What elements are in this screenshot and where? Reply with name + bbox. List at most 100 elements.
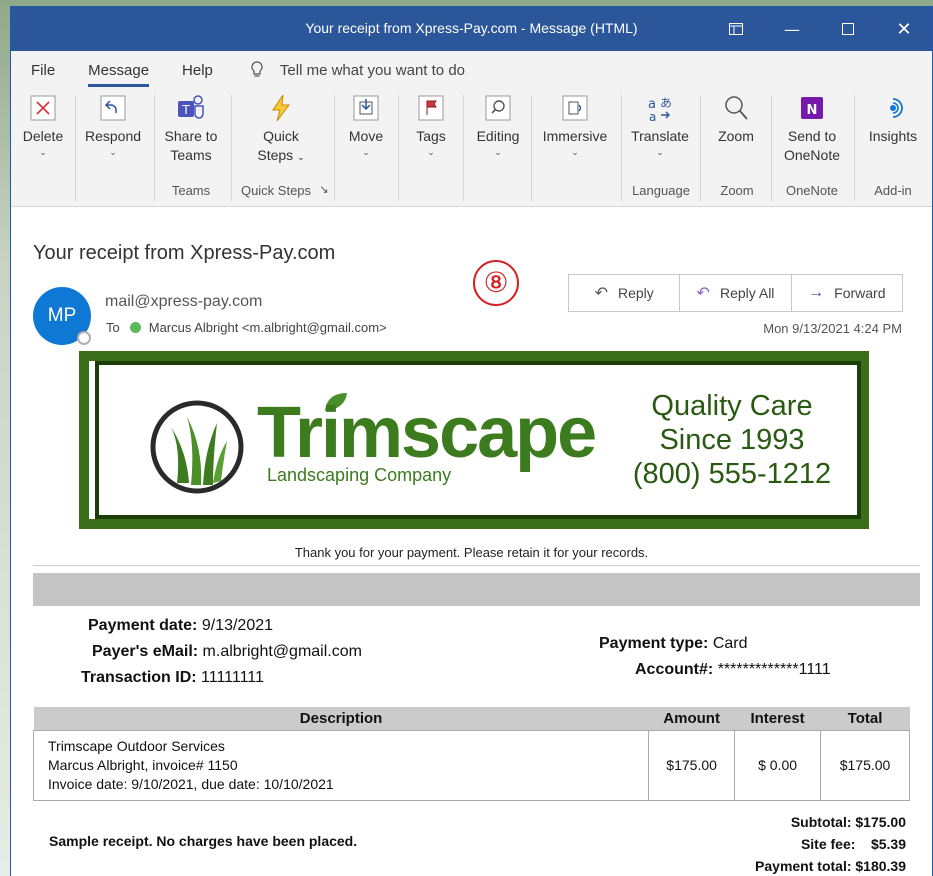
insights-button[interactable]: Insights [861,93,925,146]
share-label-1: Share to [164,128,218,144]
brand-name: Trimscape [257,393,597,473]
flag-icon [418,95,444,121]
ribbon-divider [75,95,76,201]
reading-pane: Your receipt from Xpress-Pay.com ⑧ MP ma… [11,207,932,876]
send-to-onenote-button[interactable]: N Send to OneNote [777,93,847,165]
to-label: To [106,320,120,335]
group-label-zoom: Zoom [720,183,754,198]
message-subject: Your receipt from Xpress-Pay.com [33,242,336,264]
account-label: Account#: [635,661,714,678]
chevron-down-icon: ⌄ [571,147,579,157]
column-header: Amount [648,707,735,730]
payment-type-row: Payment type: Card [599,635,748,653]
move-icon [353,95,379,121]
transaction-label: Transaction ID: [81,669,197,686]
delete-button[interactable]: Delete ⌄ [19,93,67,158]
ribbon-divider [231,95,232,201]
tab-help[interactable]: Help [182,58,213,83]
editing-label: Editing [476,128,520,144]
ribbon-divider [771,95,772,201]
close-icon[interactable]: ✕ [876,7,932,51]
tags-label: Tags [416,128,446,144]
payment-date: 9/13/2021 [201,617,274,634]
tab-file[interactable]: File [31,58,55,83]
company-phone: (800) 555-1212 [632,458,832,490]
column-header: Description [33,707,649,730]
translate-button[interactable]: aあa Translate ⌄ [627,93,693,158]
recipient[interactable]: Marcus Albright <m.albright@gmail.com> [149,320,387,335]
thanks-note: Thank you for your payment. Please retai… [294,545,649,560]
zoom-button[interactable]: Zoom [709,93,763,146]
delete-label: Delete [22,128,64,144]
editing-button[interactable]: Editing ⌄ [471,93,525,158]
receipt-table: Description Amount Interest Total Trimsc… [32,707,910,801]
window-title: Your receipt from Xpress-Pay.com - Messa… [305,20,638,36]
tell-me-text: Tell me what you want to do [279,61,466,79]
reply-icon: ↶ [594,285,608,302]
tell-me-search[interactable]: Tell me what you want to do [250,61,465,79]
teams-icon: T [178,95,204,119]
interest-cell: $ 0.00 [734,729,822,801]
reply-label: Reply [617,285,654,301]
group-label-onenote: OneNote [785,183,839,198]
chevron-down-icon: ⌄ [656,147,664,157]
zoom-label: Zoom [718,128,754,144]
forward-icon: → [808,284,825,301]
brand-tagline: Landscaping Company [267,465,452,485]
ribbon-divider [334,95,335,201]
transaction-id: 11111111 [201,669,264,686]
dialog-launcher-icon[interactable]: ↘ [317,183,331,196]
column-header: Total [820,707,910,730]
check-icon [129,322,141,333]
onenote-label-2: OneNote [783,147,841,163]
immersive-label: Immersive [542,128,608,144]
maximize-icon[interactable] [820,7,876,51]
description-cell: Trimscape Outdoor Services Marcus Albrig… [32,729,650,801]
respond-button[interactable]: Respond ⌄ [81,93,145,158]
chevron-down-icon: ⌄ [427,147,435,157]
grass-logo-icon [150,400,244,494]
avatar-initials: MP [47,305,77,326]
message-actions: ↶ Reply ↶ Reply All → Forward [568,274,903,312]
quick-steps-button[interactable]: Quick Steps ⌄ [249,93,313,167]
restore-icon[interactable] [708,7,764,51]
divider [33,565,920,566]
ribbon-divider [463,95,464,201]
avatar[interactable]: MP [33,287,91,345]
company-info-line2: Since 1993 [659,424,805,456]
company-info-line1: Quality Care [651,390,813,422]
reply-all-button[interactable]: ↶ Reply All [680,275,792,311]
sender-address[interactable]: mail@xpress-pay.com [105,293,262,311]
group-label-teams: Teams [171,183,211,198]
ribbon-divider [700,95,701,201]
site-fee: Site fee: $5.39 [800,836,906,852]
tags-button[interactable]: Tags ⌄ [407,93,455,158]
payer-email-label: Payer's eMail: [92,643,199,660]
title-bar: Your receipt from Xpress-Pay.com - Messa… [11,7,932,51]
total-cell: $175.00 [820,729,910,801]
ribbon-divider [854,95,855,201]
presence-icon [77,331,91,345]
lightbulb-icon [251,61,263,77]
subtotal: Subtotal: $175.00 [790,814,906,830]
reply-button[interactable]: ↶ Reply [569,275,681,311]
translate-label: Translate [631,128,689,144]
quick-label-2: Steps ⌄ [257,147,305,163]
tab-message[interactable]: Message [88,58,149,87]
immersive-button[interactable]: Immersive ⌄ [537,93,613,158]
move-button[interactable]: Move ⌄ [341,93,391,158]
zoom-icon [725,96,748,120]
sample-note: Sample receipt. No charges have been pla… [49,833,358,849]
reply-all-label: Reply All [719,285,775,301]
move-label: Move [348,128,384,144]
chevron-down-icon: ⌄ [39,147,47,157]
recipient-line: To Marcus Albright <m.albright@gmail.com… [106,320,387,335]
share-to-teams-button[interactable]: T Share to Teams [159,93,223,165]
ribbon: Delete ⌄ Respond ⌄ T Share to Teams Quic… [11,89,932,207]
svg-text:N: N [807,103,818,118]
payment-type-label: Payment type: [599,635,709,652]
insights-label: Insights [868,128,918,144]
description-line: Invoice date: 9/10/2021, due date: 10/10… [48,775,334,792]
minimize-icon[interactable]: — [764,7,820,51]
forward-button[interactable]: → Forward [792,275,902,311]
